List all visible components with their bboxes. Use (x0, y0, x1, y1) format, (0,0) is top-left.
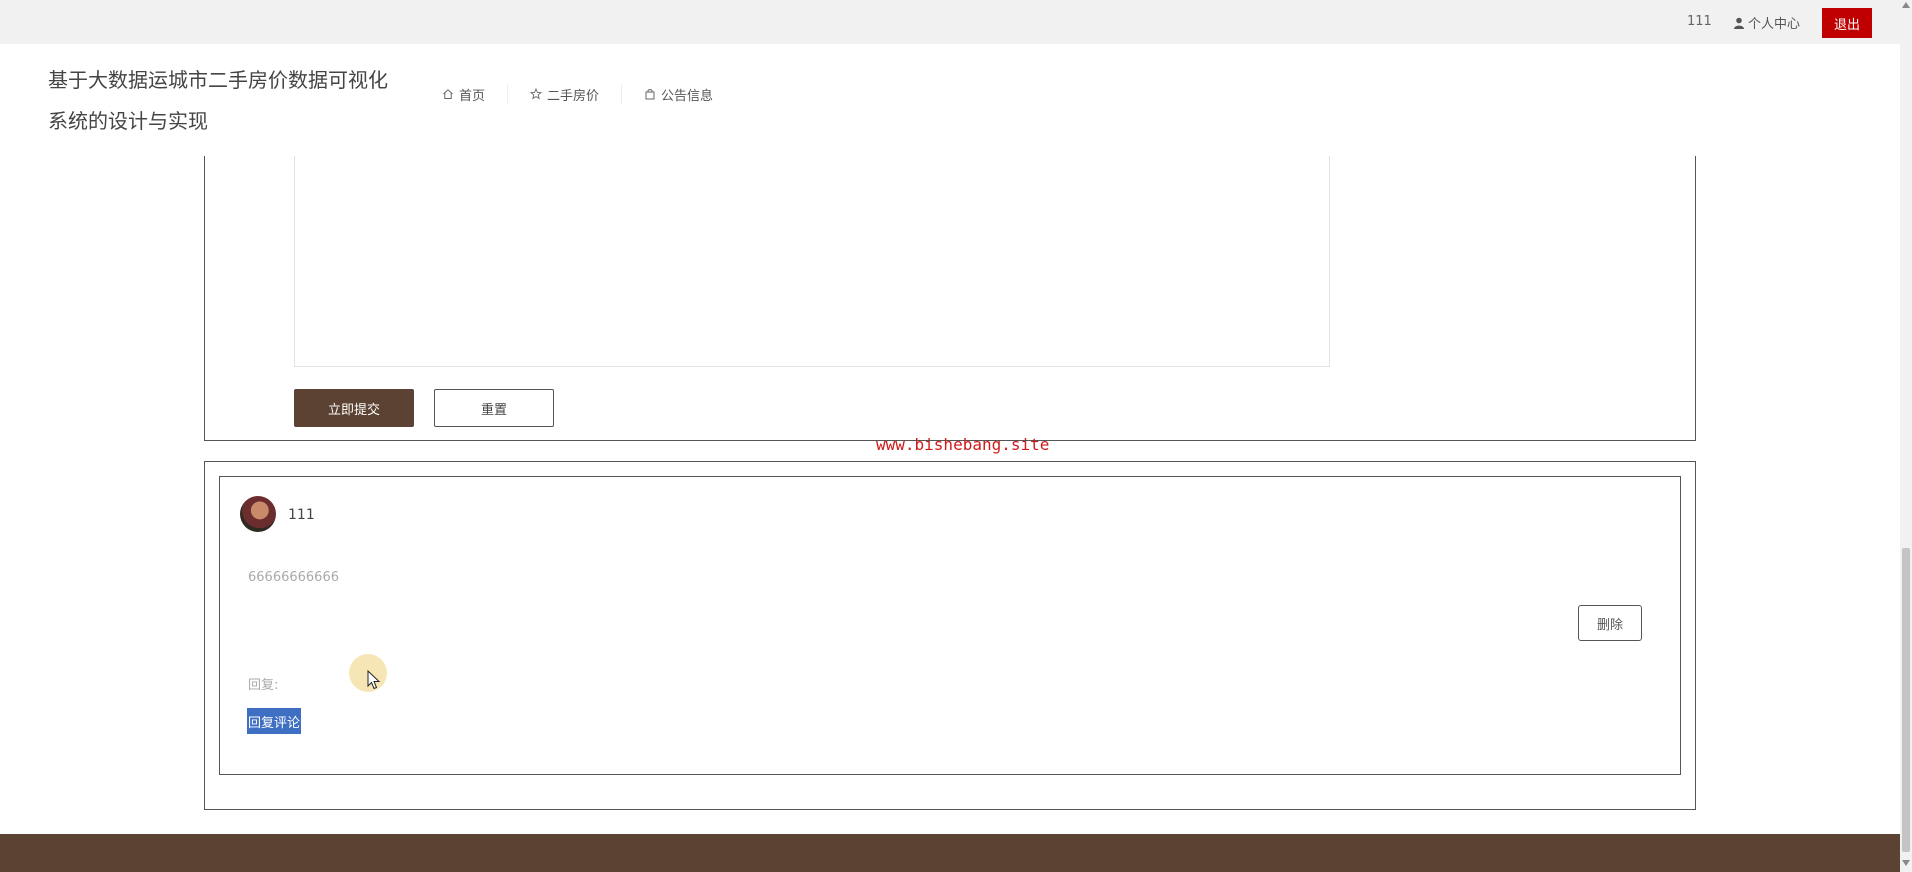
submit-button[interactable]: 立即提交 (294, 389, 414, 427)
personal-center-label: 个人中心 (1748, 17, 1801, 32)
comment-username: 111 (288, 507, 315, 523)
site-title: 基于大数据运城市二手房价数据可视化系统的设计与实现 (48, 68, 388, 133)
star-icon (530, 88, 543, 100)
watermark: www.bishebang.site (876, 435, 1050, 454)
username-display: 111 (1687, 14, 1712, 29)
nav-item-notices[interactable]: 公告信息 (621, 84, 735, 104)
page-scrollbar[interactable] (1900, 0, 1912, 872)
main-nav: 首页 二手房价 公告信息 (420, 84, 735, 104)
nav-item-house-prices[interactable]: 二手房价 (507, 84, 621, 104)
delete-button[interactable]: 删除 (1578, 605, 1642, 641)
site-footer (0, 834, 1900, 872)
scroll-up-arrow-icon[interactable] (1902, 2, 1910, 8)
nav-label-notices: 公告信息 (661, 88, 714, 104)
home-icon (443, 89, 453, 99)
nav-item-home[interactable]: 首页 (420, 84, 507, 104)
comment-text: 66666666666 (248, 570, 339, 585)
comment-textarea[interactable] (294, 120, 1330, 367)
logout-button[interactable]: 退出 (1822, 8, 1872, 38)
comments-section: 111 66666666666 删除 回复: 回复评论 (204, 461, 1696, 810)
avatar (240, 496, 276, 532)
mouse-cursor-icon (367, 670, 381, 690)
site-header: 基于大数据运城市二手房价数据可视化系统的设计与实现 首页 二手房价 公告信息 (0, 44, 1900, 156)
nav-label-house-prices: 二手房价 (547, 88, 600, 104)
bag-icon (645, 89, 655, 100)
top-bar: 111 个人中心 退出 (0, 0, 1912, 44)
personal-center-link[interactable]: 个人中心 (1733, 13, 1800, 32)
reply-comment-link[interactable]: 回复评论 (247, 708, 302, 734)
nav-label-home: 首页 (459, 88, 486, 104)
reply-label: 回复: (248, 678, 279, 693)
scroll-thumb[interactable] (1902, 548, 1910, 852)
scroll-down-arrow-icon[interactable] (1902, 860, 1910, 866)
comment-card: 111 66666666666 删除 回复: 回复评论 (219, 476, 1681, 775)
reset-button[interactable]: 重置 (434, 389, 554, 427)
user-icon (1734, 17, 1744, 29)
